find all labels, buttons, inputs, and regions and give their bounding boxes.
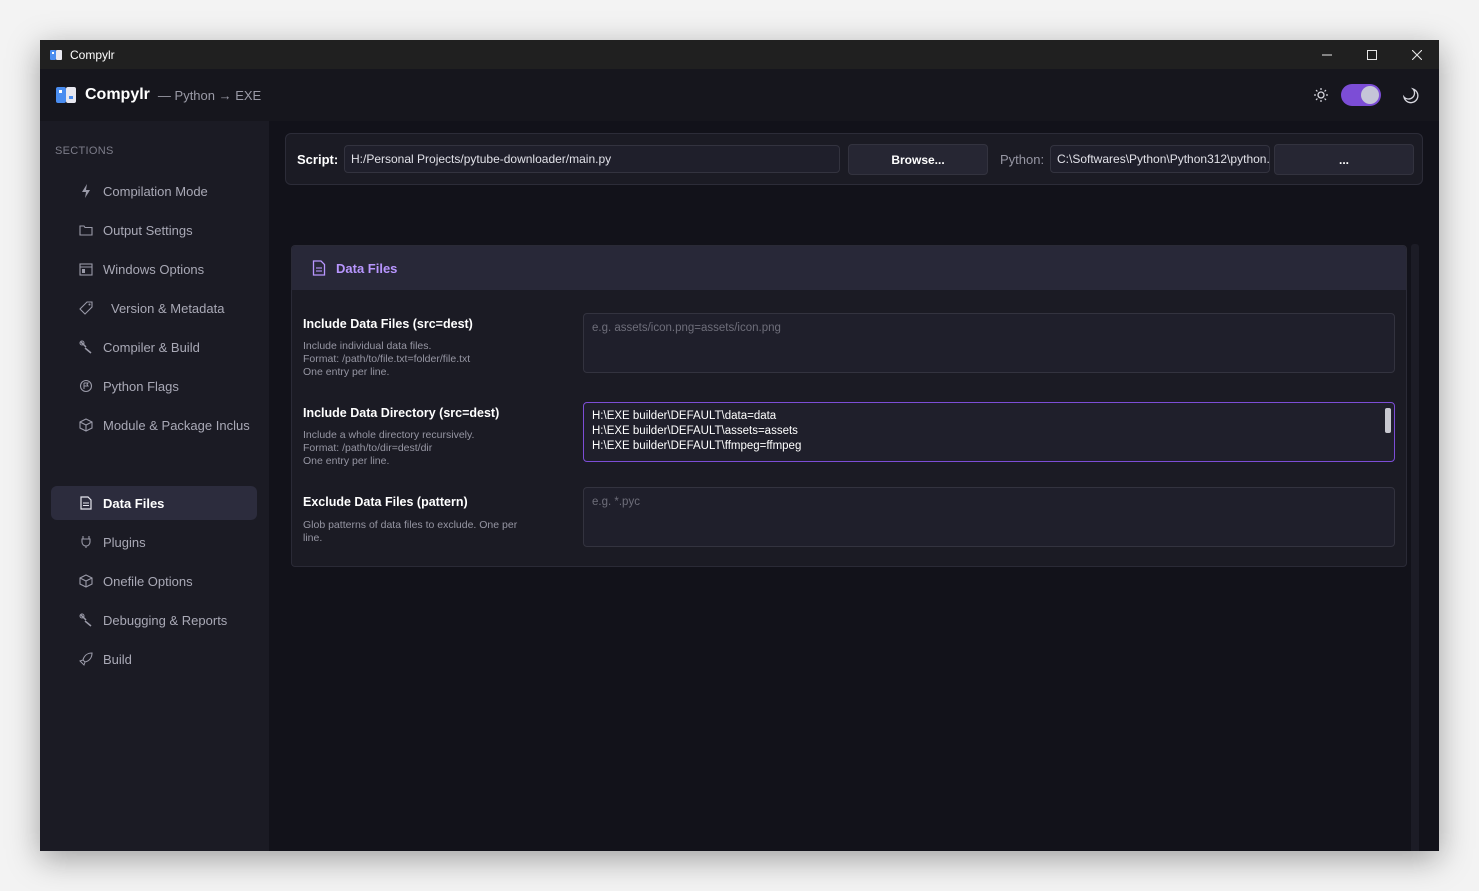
maximize-button[interactable]: [1349, 40, 1394, 69]
app-subtitle: — Python → EXE: [157, 87, 262, 103]
app-brand: Compylr: [85, 86, 150, 103]
panel-header: Data Files: [292, 246, 1406, 290]
wrench-icon: [79, 613, 93, 627]
help-line: One entry per line.: [303, 455, 390, 467]
window-icon: [79, 262, 93, 276]
tag-icon: [79, 301, 93, 315]
wrench-icon: [79, 340, 93, 354]
include-data-files-help: Include individual data files. Format: /…: [303, 340, 553, 379]
entry-line: H:\EXE builder\DEFAULT\data=data: [592, 410, 777, 422]
sidebar-item-version-metadata[interactable]: Version & Metadata: [51, 291, 257, 325]
exclude-data-files-help: Glob patterns of data files to exclude. …: [303, 519, 553, 545]
include-data-dir-input[interactable]: H:\EXE builder\DEFAULT\data=data H:\EXE …: [583, 402, 1395, 462]
sidebar-item-build[interactable]: Build: [51, 642, 257, 676]
help-line: Include individual data files.: [303, 340, 432, 352]
python-label: Python:: [1000, 152, 1045, 167]
moon-icon: [1402, 87, 1419, 104]
sidebar-item-label: Data Files: [103, 495, 165, 511]
window-title: Compylr: [70, 47, 115, 62]
sidebar-item-label: Module & Package Inclus: [103, 417, 250, 433]
sidebar-item-label: Output Settings: [103, 222, 193, 238]
document-icon: [79, 496, 93, 510]
sidebar-item-module-package[interactable]: Module & Package Inclus: [51, 408, 257, 442]
close-button[interactable]: [1394, 40, 1439, 69]
include-data-files-label: Include Data Files (src=dest): [303, 317, 473, 331]
textarea-scrollbar[interactable]: [1385, 408, 1391, 433]
help-line: Format: /path/to/file.txt=folder/file.tx…: [303, 353, 471, 365]
help-line: Format: /path/to/dir=dest/dir: [303, 442, 433, 454]
sidebar-item-label: Debugging & Reports: [103, 612, 228, 628]
include-data-dir-label: Include Data Directory (src=dest): [303, 406, 500, 420]
include-data-dir-help: Include a whole directory recursively. F…: [303, 429, 553, 468]
maximize-icon: [1366, 49, 1377, 60]
sidebar-item-windows-options[interactable]: Windows Options: [51, 252, 257, 286]
browse-script-button[interactable]: Browse...: [848, 144, 988, 175]
script-bar: Script: H:/Personal Projects/pytube-down…: [285, 133, 1423, 185]
folder-icon: [79, 223, 93, 237]
sidebar-item-compilation-mode[interactable]: Compilation Mode: [51, 174, 257, 208]
sidebar-heading: SECTIONS: [55, 145, 114, 157]
sidebar-item-label: Compilation Mode: [103, 183, 208, 199]
toggle-knob: [1361, 86, 1379, 104]
close-icon: [1411, 49, 1422, 60]
package-icon: [79, 574, 93, 588]
theme-toggle[interactable]: [1341, 84, 1381, 106]
sidebar-item-label: Build: [103, 651, 132, 667]
python-path-input[interactable]: C:\Softwares\Python\Python312\python.exe: [1050, 145, 1270, 173]
app-header: Compylr — Python → EXE: [40, 69, 1439, 121]
help-line: Glob patterns of data files to exclude. …: [303, 519, 518, 531]
app-icon: [50, 49, 62, 60]
rocket-icon: [79, 652, 93, 666]
help-line: One entry per line.: [303, 366, 390, 378]
sidebar-item-compiler-build[interactable]: Compiler & Build: [51, 330, 257, 364]
minimize-button[interactable]: [1304, 40, 1349, 69]
sidebar-item-output-settings[interactable]: Output Settings: [51, 213, 257, 247]
entry-line: H:\EXE builder\DEFAULT\assets=assets: [592, 425, 798, 437]
window-controls: [1304, 40, 1439, 69]
plugin-icon: [79, 535, 93, 549]
help-line: line.: [303, 532, 323, 544]
theme-switcher: [1313, 69, 1419, 121]
minimize-icon: [1321, 54, 1332, 55]
package-icon: [79, 418, 93, 432]
lightning-icon: [79, 184, 93, 198]
sidebar-item-label: Version & Metadata: [111, 300, 225, 316]
title-bar: Compylr: [40, 40, 1439, 69]
data-files-panel: Data Files Include Data Files (src=dest)…: [291, 245, 1407, 567]
sidebar-item-label: Compiler & Build: [103, 339, 200, 355]
sidebar-item-python-flags[interactable]: Python Flags: [51, 369, 257, 403]
browse-python-button[interactable]: ...: [1274, 144, 1414, 175]
sidebar-item-label: Plugins: [103, 534, 146, 550]
script-label: Script:: [297, 152, 339, 167]
flag-icon: [79, 379, 93, 393]
sidebar-item-data-files[interactable]: Data Files: [51, 486, 257, 520]
sidebar-item-label: Windows Options: [103, 261, 205, 277]
sidebar-item-plugins[interactable]: Plugins: [51, 525, 257, 559]
help-line: Include a whole directory recursively.: [303, 429, 475, 441]
panel-title: Data Files: [336, 260, 398, 276]
app-window: Compylr Compylr — Python → EXE SECTIONS …: [40, 40, 1439, 851]
exclude-data-files-label: Exclude Data Files (pattern): [303, 495, 468, 509]
exclude-data-files-input[interactable]: e.g. *.pyc: [583, 487, 1395, 547]
script-path-input[interactable]: H:/Personal Projects/pytube-downloader/m…: [344, 145, 840, 173]
document-icon: [312, 260, 326, 276]
sidebar-item-debugging-reports[interactable]: Debugging & Reports: [51, 603, 257, 637]
main-content: Script: H:/Personal Projects/pytube-down…: [269, 121, 1439, 851]
include-data-files-input[interactable]: e.g. assets/icon.png=assets/icon.png: [583, 313, 1395, 373]
sidebar: SECTIONS Compilation Mode Output Setting…: [40, 121, 269, 851]
sidebar-item-label: Onefile Options: [103, 573, 193, 589]
entry-line: H:\EXE builder\DEFAULT\ffmpeg=ffmpeg: [592, 440, 802, 452]
sun-icon: [1314, 88, 1328, 102]
sidebar-item-onefile-options[interactable]: Onefile Options: [51, 564, 257, 598]
sidebar-item-label: Python Flags: [103, 378, 179, 394]
main-scrollbar[interactable]: [1411, 244, 1419, 851]
logo-icon: [56, 87, 76, 103]
